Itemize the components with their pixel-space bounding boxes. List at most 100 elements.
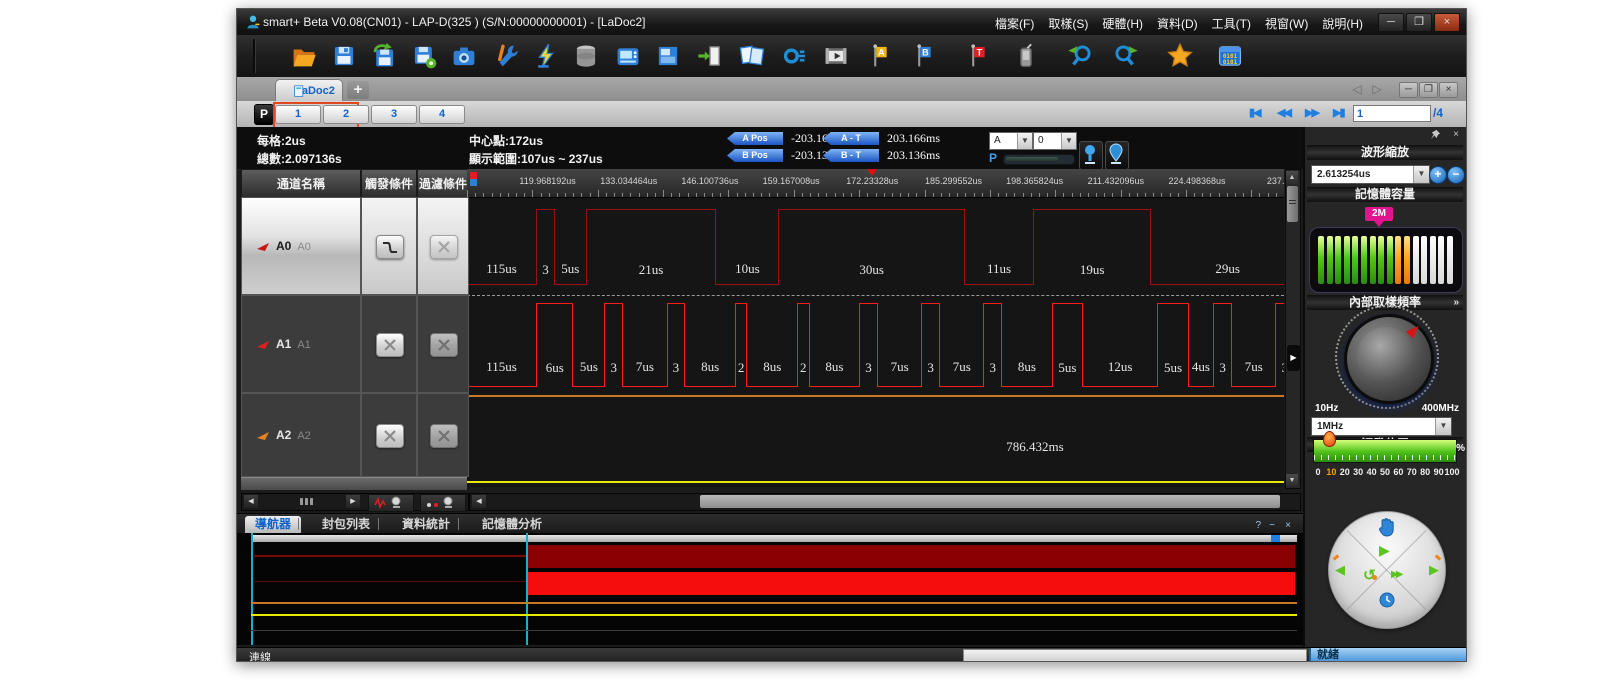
column-header-filter-condition[interactable]: 過濾條件 — [417, 169, 469, 199]
zoom-out-button[interactable]: − — [1447, 166, 1465, 184]
bottom-tab-2[interactable]: 資料統計 — [392, 516, 460, 533]
memory-size-tag[interactable]: 2M — [1365, 207, 1393, 221]
filter-cell-a1[interactable] — [417, 295, 469, 393]
save-file-icon[interactable] — [331, 43, 357, 69]
save-restore-icon[interactable] — [371, 43, 397, 69]
menu-item-5[interactable]: 視窗(W) — [1265, 17, 1308, 31]
panel-expand-button[interactable]: ▶ — [1287, 345, 1300, 371]
waveform-lane-a1[interactable]: 115us6us5us37us38us28us28us37us37us38us5… — [467, 297, 1284, 395]
column-header-channel-name[interactable]: 通道名稱 — [241, 169, 361, 199]
filter-cell-a0[interactable] — [417, 197, 469, 295]
menu-item-3[interactable]: 資料(D) — [1157, 17, 1198, 31]
export-data-icon[interactable] — [697, 43, 723, 69]
doc-close-button[interactable]: × — [1439, 82, 1458, 98]
horizontal-scroll-thumb[interactable] — [700, 495, 1280, 508]
filter-cell-a2[interactable] — [417, 393, 469, 477]
screenshot-icon[interactable] — [451, 43, 477, 69]
waveform-horizontal-scrollbar[interactable]: ◀ — [469, 493, 1301, 511]
menu-item-4[interactable]: 工具(T) — [1212, 17, 1251, 31]
page-next-button[interactable]: ▶▶ — [1305, 106, 1318, 119]
filter-condition-button[interactable] — [430, 235, 458, 259]
search-waveform-button[interactable] — [368, 494, 414, 512]
menu-item-6[interactable]: 說明(H) — [1322, 17, 1363, 31]
minimize-button[interactable]: ─ — [1378, 13, 1404, 32]
save-settings-icon[interactable] — [411, 43, 437, 69]
bus-decode-icon[interactable] — [781, 43, 807, 69]
menu-item-0[interactable]: 檔案(F) — [995, 17, 1034, 31]
filter-condition-button[interactable] — [430, 333, 458, 357]
window-layout-icon[interactable] — [655, 43, 681, 69]
waveform-vertical-scrollbar[interactable]: ▲ ▼ — [1285, 169, 1301, 489]
doc-minimize-button[interactable]: ─ — [1399, 82, 1418, 98]
page-button-3[interactable]: 3 — [371, 105, 417, 124]
panel-close-icon[interactable]: × — [1453, 129, 1459, 140]
page-prev-button[interactable]: ◀◀ — [1277, 106, 1290, 119]
binary-view-icon[interactable]: 01010101 — [1217, 43, 1243, 69]
scroll-left-icon[interactable]: ◀ — [472, 495, 486, 508]
scroll-down-icon[interactable]: ▼ — [1286, 474, 1298, 487]
restore-button[interactable]: ❐ — [1406, 13, 1432, 32]
channel-row-a1[interactable]: A1A1 — [241, 295, 361, 393]
bottom-tab-3[interactable]: 記憶體分析 — [472, 516, 552, 533]
scroll-right-icon[interactable]: ▶ — [346, 495, 360, 508]
a-t-tag[interactable]: A - T — [823, 132, 879, 145]
menu-item-2[interactable]: 硬體(H) — [1102, 17, 1143, 31]
trigger-cell-a1[interactable] — [361, 295, 417, 393]
marker-pin-outline-button[interactable] — [1105, 141, 1129, 170]
scroll-grip[interactable]: ⦀⦀⦀ — [294, 496, 320, 508]
memory-meter[interactable] — [1309, 227, 1463, 293]
scroll-up-icon[interactable]: ▲ — [1286, 171, 1298, 184]
channel-panel-scrollbar[interactable]: ◀ ⦀⦀⦀ ▶ — [241, 493, 469, 511]
marker-a-select[interactable]: A▼ — [989, 132, 1033, 150]
pin-icon[interactable] — [1430, 129, 1441, 143]
tab-scroll-right-icon[interactable]: ▷ — [1368, 82, 1386, 96]
search-data-button[interactable] — [420, 494, 466, 512]
bottom-tab-1[interactable]: 封包列表 — [312, 516, 380, 533]
b-pos-tag[interactable]: B Pos — [727, 149, 783, 162]
repeat-icon[interactable]: ↺ — [1363, 566, 1376, 584]
open-file-icon[interactable] — [291, 43, 317, 69]
setup-tools-icon[interactable] — [493, 43, 519, 69]
marker-pin-button[interactable] — [1079, 141, 1103, 170]
page-button-4[interactable]: 4 — [419, 105, 465, 124]
doc-restore-button[interactable]: ❐ — [1419, 82, 1438, 98]
panel-close-button[interactable]: × — [1285, 520, 1291, 531]
navigation-wheel[interactable]: ▶ ↺ ▶▶ ◀ ▶ — [1328, 511, 1446, 629]
vertical-scroll-thumb[interactable] — [1287, 186, 1298, 222]
filter-condition-button[interactable] — [430, 424, 458, 448]
zoom-scale-select[interactable]: 2.613254us ▼ — [1311, 165, 1430, 184]
scroll-left-icon[interactable]: ◀ — [244, 495, 258, 508]
zoom-next-icon[interactable] — [1113, 43, 1139, 69]
trigger-cell-a2[interactable] — [361, 393, 417, 477]
waveform-lane-a0[interactable]: 115us35us21us10us30us11us19us29us — [467, 197, 1284, 295]
device-icon[interactable] — [1013, 43, 1039, 69]
trigger-condition-button[interactable] — [376, 333, 404, 357]
frequency-knob[interactable] — [1344, 314, 1434, 404]
instrument-icon[interactable] — [615, 43, 641, 69]
navigator-scroll-chip[interactable] — [1271, 535, 1280, 542]
panel-minimize-button[interactable]: − — [1269, 520, 1275, 531]
page-button-2[interactable]: 2 — [323, 105, 369, 124]
flag-b-icon[interactable]: B — [907, 43, 933, 69]
marker-count-select[interactable]: 0▼ — [1033, 132, 1077, 150]
zoom-in-button[interactable]: + — [1429, 166, 1447, 184]
b-t-tag[interactable]: B - T — [823, 149, 879, 162]
navigator-scroll-strip[interactable] — [253, 535, 1297, 542]
trigger-position-pin[interactable] — [1323, 431, 1336, 447]
step-left-icon[interactable]: ◀ — [1335, 562, 1345, 578]
compare-data-icon[interactable] — [739, 43, 765, 69]
waveform-lane-a2[interactable]: 786.432ms — [467, 397, 1284, 487]
bottom-tab-0[interactable]: 導航器 — [245, 516, 301, 533]
hand-tool-icon[interactable] — [1375, 516, 1399, 538]
navigator-view[interactable] — [237, 533, 1303, 645]
tab-scroll-left-icon[interactable]: ◁ — [1348, 82, 1366, 96]
fast-forward-icon[interactable]: ▶▶ — [1391, 569, 1400, 580]
trigger-condition-button[interactable] — [376, 235, 404, 259]
waveform-plot[interactable]: 119.968192us133.034464us146.100736us159.… — [467, 169, 1284, 487]
trigger-cell-a0[interactable] — [361, 197, 417, 295]
play-icon[interactable]: ▶ — [1379, 542, 1390, 559]
flag-t-icon[interactable]: T — [961, 43, 987, 69]
chevrons-right-icon[interactable]: » — [1453, 295, 1459, 310]
page-button-1[interactable]: 1 — [275, 105, 321, 124]
page-number-input[interactable] — [1353, 105, 1431, 122]
